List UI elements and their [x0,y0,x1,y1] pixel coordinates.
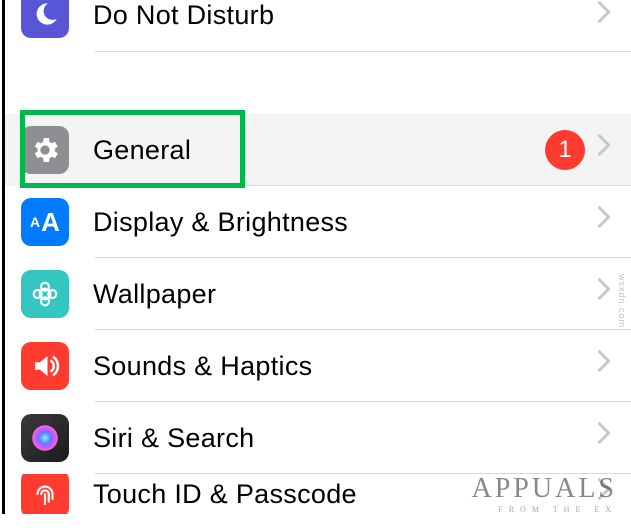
section-gap [5,52,631,114]
rosette-icon [21,270,69,318]
chevron-right-icon [597,421,619,455]
fingerprint-icon [21,474,69,514]
separator [95,51,631,52]
row-do-not-disturb[interactable]: Do Not Disturb [5,0,631,52]
row-general[interactable]: General 1 [5,114,631,186]
siri-icon [21,414,69,462]
settings-list: Do Not Disturb General 1 AA Display & Br… [2,0,631,514]
moon-icon [21,0,69,38]
gear-icon [21,126,69,174]
chevron-right-icon [597,205,619,239]
row-sounds-haptics[interactable]: Sounds & Haptics [5,330,631,402]
speaker-icon [21,342,69,390]
chevron-right-icon [597,477,619,511]
watermark-side: wsxdn.com [617,274,627,328]
row-label: Wallpaper [93,279,597,310]
row-label: General [93,135,545,166]
text-size-icon: AA [21,198,69,246]
row-label: Touch ID & Passcode [93,479,597,510]
chevron-right-icon [597,277,619,311]
row-label: Display & Brightness [93,207,597,238]
row-wallpaper[interactable]: Wallpaper [5,258,631,330]
chevron-right-icon [597,349,619,383]
chevron-right-icon [597,133,619,167]
row-label: Sounds & Haptics [93,351,597,382]
row-label: Do Not Disturb [93,0,597,31]
chevron-right-icon [597,0,619,34]
row-label: Siri & Search [93,423,597,454]
notification-badge: 1 [545,130,585,170]
row-touch-id-passcode[interactable]: Touch ID & Passcode [5,474,631,514]
row-display-brightness[interactable]: AA Display & Brightness [5,186,631,258]
row-siri-search[interactable]: Siri & Search [5,402,631,474]
